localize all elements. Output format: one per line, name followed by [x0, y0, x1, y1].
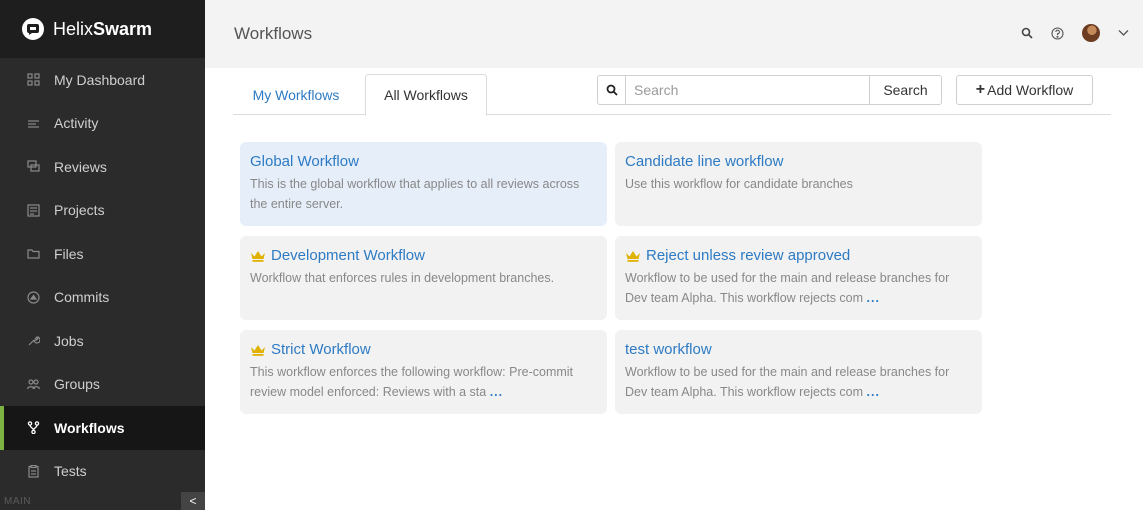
- wrench-icon: [26, 334, 40, 348]
- sidebar-item-projects[interactable]: Projects: [0, 189, 205, 233]
- crown-icon: [250, 250, 266, 262]
- workflow-description: Workflow to be used for the main and rel…: [625, 365, 950, 399]
- projects-icon: [26, 203, 40, 217]
- workflow-card[interactable]: Strict Workflow This workflow enforces t…: [240, 330, 607, 414]
- sidebar-item-jobs[interactable]: Jobs: [0, 319, 205, 363]
- workflow-title[interactable]: Strict Workflow: [250, 341, 597, 359]
- workflow-title[interactable]: Reject unless review approved: [625, 247, 972, 265]
- sidebar-item-activity[interactable]: Activity: [0, 102, 205, 146]
- sidebar-item-label: Projects: [54, 202, 105, 219]
- workflow-description: Use this workflow for candidate branches: [625, 177, 853, 191]
- sidebar-footer: MAIN <: [0, 492, 205, 510]
- sidebar-item-label: Reviews: [54, 158, 107, 175]
- workflow-description: Workflow that enforces rules in developm…: [250, 271, 555, 285]
- sidebar-item-groups[interactable]: Groups: [0, 363, 205, 407]
- workflow-card[interactable]: Global Workflow This is the global workf…: [240, 142, 607, 226]
- workflow-icon: [26, 421, 40, 435]
- workflow-card[interactable]: Candidate line workflow Use this workflo…: [615, 142, 982, 226]
- crown-icon: [625, 250, 641, 262]
- add-workflow-button[interactable]: + Add Workflow: [956, 75, 1093, 105]
- sidebar-item-label: Tests: [54, 463, 87, 480]
- activity-icon: [26, 116, 40, 130]
- help-icon[interactable]: [1051, 26, 1064, 40]
- tests-icon: [26, 464, 40, 478]
- sidebar-item-commits[interactable]: Commits: [0, 276, 205, 320]
- crown-icon: [250, 344, 266, 356]
- sidebar-item-label: Activity: [54, 115, 99, 132]
- sidebar-item-my-dashboard[interactable]: My Dashboard: [0, 58, 205, 102]
- header-tools: [1021, 24, 1129, 42]
- sidebar-item-label: My Dashboard: [54, 71, 146, 88]
- more-link[interactable]: ...: [490, 385, 503, 399]
- swarm-logo-icon: [22, 18, 44, 40]
- sidebar-item-label: Workflows: [54, 419, 125, 436]
- collapse-sidebar-button[interactable]: <: [181, 492, 205, 510]
- brand[interactable]: HelixSwarm: [0, 0, 205, 58]
- tab-my-workflows[interactable]: My Workflows: [233, 74, 359, 115]
- search-button[interactable]: Search: [869, 76, 941, 104]
- search-icon[interactable]: [1021, 27, 1033, 39]
- sidebar-item-label: Files: [54, 245, 84, 262]
- workflow-card[interactable]: test workflow Workflow to be used for th…: [615, 330, 982, 414]
- search-group: Search: [597, 75, 942, 105]
- sidebar-item-workflows[interactable]: Workflows: [0, 406, 205, 450]
- workflow-card[interactable]: Reject unless review approved Workflow t…: [615, 236, 982, 320]
- user-avatar[interactable]: [1082, 24, 1100, 42]
- sidebar-item-label: Groups: [54, 376, 100, 393]
- plus-icon: +: [975, 81, 986, 98]
- workflow-card[interactable]: Development Workflow Workflow that enfor…: [240, 236, 607, 320]
- workflow-title[interactable]: Development Workflow: [250, 247, 597, 265]
- search-input[interactable]: [626, 76, 869, 104]
- commit-icon: [26, 290, 40, 304]
- top-header: Workflows: [205, 0, 1143, 68]
- workflow-title[interactable]: Global Workflow: [250, 153, 597, 171]
- more-link[interactable]: ...: [867, 291, 880, 305]
- sidebar-nav: My Dashboard Activity Reviews Projects F…: [0, 58, 205, 493]
- sidebar-item-label: Commits: [54, 289, 110, 306]
- sidebar-item-reviews[interactable]: Reviews: [0, 145, 205, 189]
- workflow-description: This workflow enforces the following wor…: [250, 365, 574, 399]
- workflow-title[interactable]: test workflow: [625, 341, 972, 359]
- dashboard-icon: [26, 73, 40, 87]
- reviews-icon: [26, 160, 40, 174]
- workflow-title[interactable]: Candidate line workflow: [625, 153, 972, 171]
- folder-icon: [26, 247, 40, 261]
- workflow-description: This is the global workflow that applies…: [250, 177, 580, 211]
- chevron-down-icon[interactable]: [1118, 29, 1129, 37]
- brand-name: HelixSwarm: [53, 18, 153, 39]
- sidebar-item-tests[interactable]: Tests: [0, 450, 205, 494]
- page-title: Workflows: [234, 24, 313, 43]
- groups-icon: [26, 377, 40, 391]
- sidebar-item-label: Jobs: [54, 332, 84, 349]
- search-icon: [598, 76, 626, 104]
- workflow-description: Workflow to be used for the main and rel…: [625, 271, 950, 305]
- sidebar: HelixSwarm My Dashboard Activity Reviews…: [0, 0, 205, 510]
- more-link[interactable]: ...: [867, 385, 880, 399]
- add-workflow-label: Add Workflow: [987, 82, 1074, 98]
- sidebar-item-files[interactable]: Files: [0, 232, 205, 276]
- tab-all-workflows[interactable]: All Workflows: [365, 74, 487, 116]
- section-label: MAIN: [4, 495, 31, 507]
